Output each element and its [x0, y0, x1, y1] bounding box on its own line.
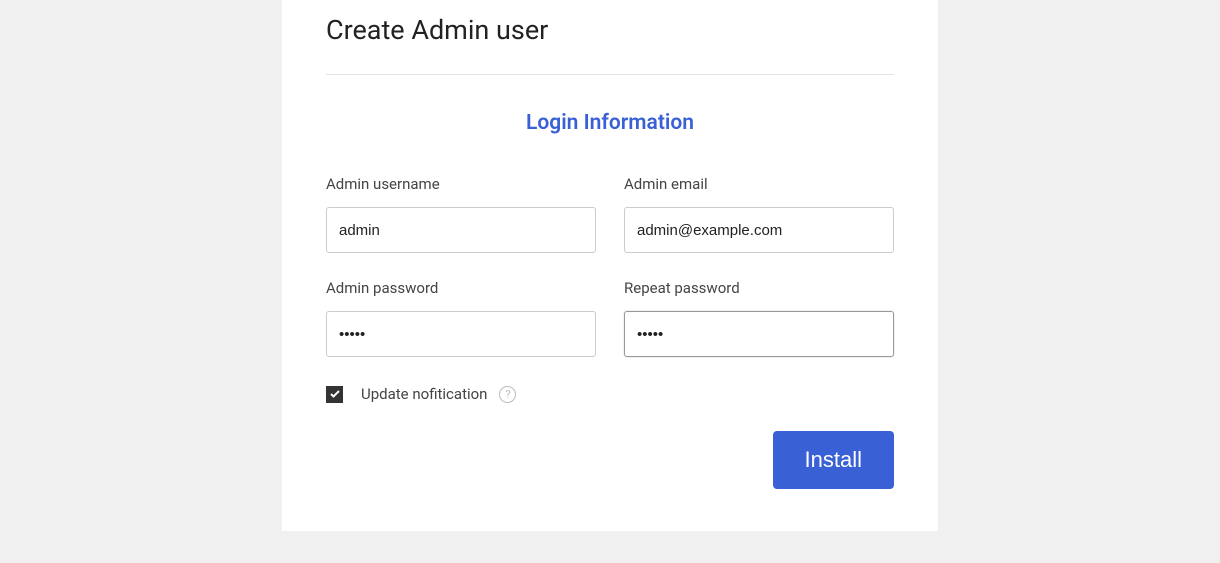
- field-email: Admin email: [624, 175, 894, 253]
- field-repeat-password: Repeat password: [624, 279, 894, 357]
- actions-row: Install: [326, 431, 894, 489]
- password-input[interactable]: [326, 311, 596, 357]
- section-title: Login Information: [326, 111, 894, 135]
- repeat-password-input[interactable]: [624, 311, 894, 357]
- username-label: Admin username: [326, 175, 596, 193]
- username-input[interactable]: [326, 207, 596, 253]
- form-grid: Admin username Admin email Admin passwor…: [326, 175, 894, 357]
- admin-setup-card: Create Admin user Login Information Admi…: [282, 0, 938, 531]
- password-label: Admin password: [326, 279, 596, 297]
- update-notification-label: Update nofitication: [361, 385, 487, 403]
- repeat-password-label: Repeat password: [624, 279, 894, 297]
- field-password: Admin password: [326, 279, 596, 357]
- email-label: Admin email: [624, 175, 894, 193]
- install-button[interactable]: Install: [773, 431, 894, 489]
- update-notification-checkbox[interactable]: [326, 386, 343, 403]
- page-title: Create Admin user: [326, 0, 894, 74]
- divider: [326, 74, 894, 75]
- update-notification-row: Update nofitication ?: [326, 385, 894, 403]
- help-icon[interactable]: ?: [499, 386, 516, 403]
- field-username: Admin username: [326, 175, 596, 253]
- check-icon: [329, 388, 341, 400]
- email-input[interactable]: [624, 207, 894, 253]
